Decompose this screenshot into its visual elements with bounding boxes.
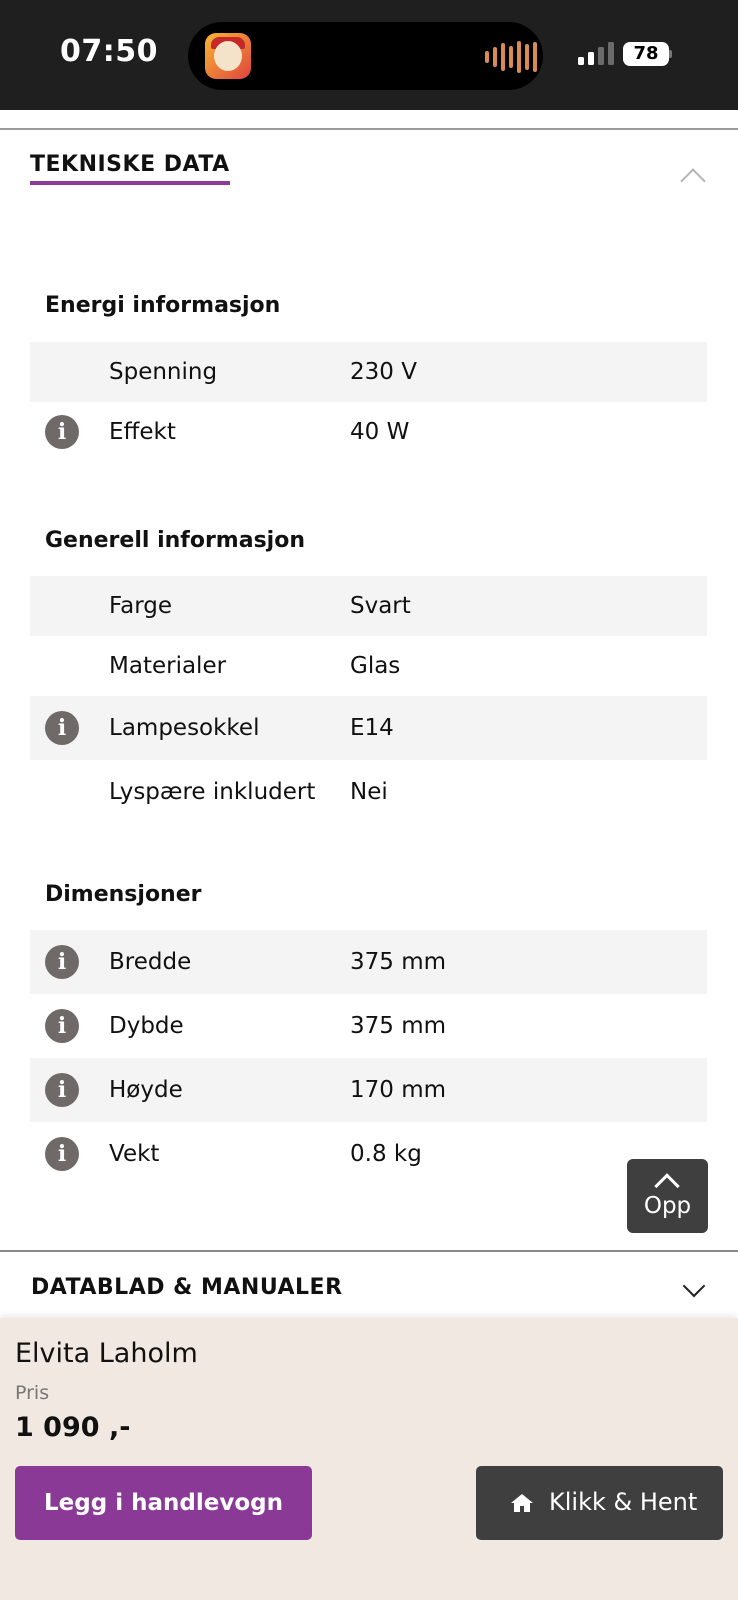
spec-label: Lampesokkel <box>109 715 260 741</box>
spec-row: i Effekt 40 W <box>30 402 707 462</box>
cellular-signal-icon <box>578 42 614 65</box>
spec-value: 0.8 kg <box>350 1141 422 1167</box>
spec-row: i Høyde 170 mm <box>30 1058 707 1122</box>
spec-value: 40 W <box>350 419 410 445</box>
spec-row: Materialer Glas <box>30 636 707 696</box>
section-divider <box>0 128 738 130</box>
dynamic-island[interactable] <box>188 22 543 90</box>
click-and-collect-label: Klikk & Hent <box>549 1488 698 1516</box>
group-title-generell: Generell informasjon <box>45 528 305 553</box>
product-name: Elvita Laholm <box>15 1338 198 1369</box>
spec-value: 230 V <box>350 359 417 385</box>
spec-row: i Lampesokkel E14 <box>30 696 707 760</box>
spec-label: Høyde <box>109 1077 183 1103</box>
spec-value: E14 <box>350 715 394 741</box>
info-icon[interactable]: i <box>45 711 79 745</box>
spec-value: Glas <box>350 653 401 679</box>
chevron-down-icon[interactable] <box>682 1274 706 1298</box>
price-label: Pris <box>15 1382 50 1404</box>
battery-icon: 78 <box>623 42 669 66</box>
scroll-top-button[interactable]: Opp <box>627 1159 708 1233</box>
scroll-top-label: Opp <box>643 1193 692 1219</box>
spec-label: Farge <box>109 593 173 619</box>
spec-value: 375 mm <box>350 949 447 975</box>
spec-label: Vekt <box>109 1141 160 1167</box>
spec-label: Bredde <box>109 949 192 975</box>
spec-label: Dybde <box>109 1013 184 1039</box>
spec-label: Lyspære inkludert <box>109 779 316 805</box>
section-divider <box>0 1250 738 1252</box>
click-and-collect-button[interactable]: Klikk & Hent <box>476 1466 723 1540</box>
info-icon[interactable]: i <box>45 1009 79 1043</box>
battery-cap <box>669 50 672 58</box>
spec-value: Svart <box>350 593 411 619</box>
spec-label: Effekt <box>109 419 176 445</box>
spec-row: i Dybde 375 mm <box>30 994 707 1058</box>
spec-label: Spenning <box>109 359 218 385</box>
chevron-up-icon[interactable] <box>680 168 706 194</box>
product-price: 1 090 ,- <box>15 1412 131 1443</box>
info-icon[interactable]: i <box>45 1137 79 1171</box>
add-to-cart-button[interactable]: Legg i handlevogn <box>15 1466 312 1540</box>
purchase-panel: Elvita Laholm Pris 1 090 ,- Legg i handl… <box>0 1318 738 1600</box>
status-time: 07:50 <box>60 34 158 69</box>
spec-row: i Vekt 0.8 kg <box>30 1122 707 1186</box>
group-title-dimensjoner: Dimensjoner <box>45 882 202 907</box>
info-icon[interactable]: i <box>45 945 79 979</box>
spec-row: Lyspære inkludert Nei <box>30 760 707 824</box>
section-title-tekniske-data[interactable]: TEKNISKE DATA <box>30 152 230 185</box>
now-playing-app-icon <box>205 33 251 79</box>
section-title-datablad[interactable]: DATABLAD & MANUALER <box>31 1275 343 1300</box>
spec-value: 375 mm <box>350 1013 447 1039</box>
spec-row: Farge Svart <box>30 576 707 636</box>
status-bar: 07:50 78 <box>0 0 738 110</box>
spec-value: 170 mm <box>350 1077 447 1103</box>
spec-row: i Bredde 375 mm <box>30 930 707 994</box>
info-icon[interactable]: i <box>45 415 79 449</box>
home-icon <box>511 1494 533 1512</box>
spec-row: Spenning 230 V <box>30 342 707 402</box>
spec-value: Nei <box>350 779 388 805</box>
spec-label: Materialer <box>109 653 227 679</box>
audio-waveform-icon <box>485 40 537 74</box>
info-icon[interactable]: i <box>45 1073 79 1107</box>
group-title-energi: Energi informasjon <box>45 293 281 318</box>
